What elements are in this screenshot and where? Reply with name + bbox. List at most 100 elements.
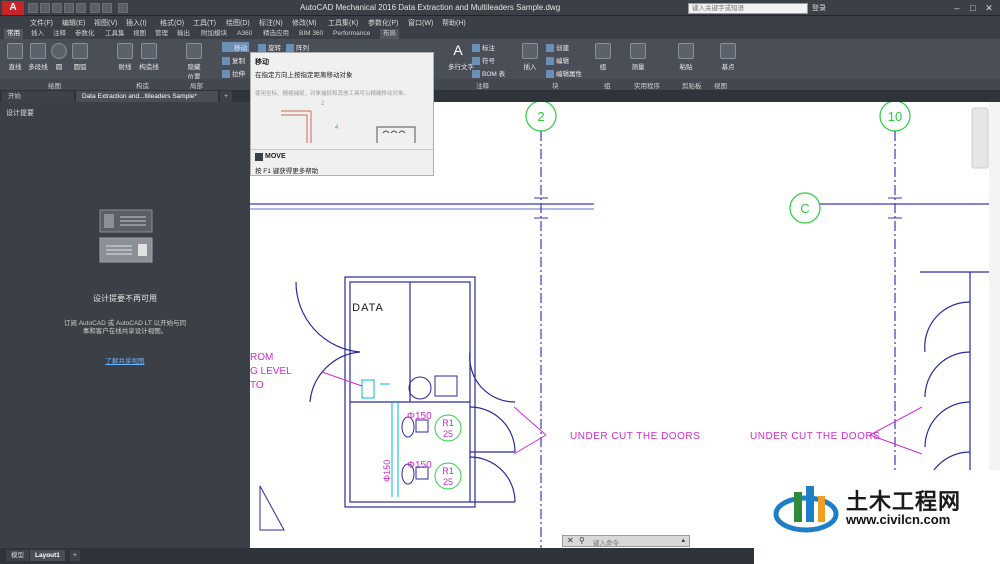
tab-addins[interactable]: 附加模块 (198, 29, 230, 39)
tab-insert[interactable]: 插入 (28, 29, 47, 39)
chevron-up-icon[interactable]: ▴ (681, 536, 685, 544)
tab-parametric[interactable]: 参数化 (72, 29, 98, 39)
tab-bim360[interactable]: BIM 360 (296, 29, 326, 39)
copy-button[interactable]: 复制 (222, 55, 245, 66)
layout1-tab[interactable]: Layout1 (30, 550, 65, 561)
search-input[interactable]: 键入关键字或短语 (688, 3, 808, 14)
app-logo-button[interactable]: A (2, 1, 24, 15)
menu-help[interactable]: 帮助(H) (442, 18, 466, 28)
edit-attributes-button[interactable]: 编辑属性 (546, 68, 582, 79)
menu-modify[interactable]: 修改(M) (292, 18, 317, 28)
tab-a360[interactable]: A360 (234, 29, 255, 39)
create-block-button[interactable]: 创建 (546, 42, 569, 53)
tooltip-divider (251, 149, 433, 150)
menu-file[interactable]: 文件(F) (30, 18, 53, 28)
doc-tab-start[interactable]: 开始 (2, 91, 74, 102)
menu-dimension[interactable]: 标注(N) (259, 18, 283, 28)
menu-insert[interactable]: 插入(I) (126, 18, 147, 28)
array-button[interactable]: 阵列 (286, 42, 309, 53)
minimize-icon[interactable]: – (950, 2, 964, 14)
learn-shared-views-link[interactable]: 了解共享视图 (0, 355, 250, 365)
tab-toolsets[interactable]: 工具集 (102, 29, 128, 39)
menu-view[interactable]: 视图(V) (94, 18, 117, 28)
save-as-icon[interactable] (64, 3, 74, 13)
tooltip-title: 移动 (255, 59, 269, 66)
measure-icon (630, 43, 646, 59)
new-file-icon[interactable] (28, 3, 38, 13)
menu-tools[interactable]: 工具(T) (193, 18, 216, 28)
panel-label-construct[interactable]: 构造 (136, 80, 149, 90)
save-icon[interactable] (52, 3, 62, 13)
add-layout-icon[interactable]: + (70, 550, 80, 561)
group-tool[interactable]: 组 (594, 43, 612, 71)
hide-tool[interactable]: 隐藏 位置 (184, 43, 204, 81)
polyline-tool[interactable]: 多段线 (26, 43, 50, 71)
dim-phi150-2: Φ150 (407, 460, 432, 471)
menu-draw[interactable]: 绘图(D) (226, 18, 250, 28)
maximize-icon[interactable]: □ (966, 2, 980, 14)
login-button[interactable]: 登录 (812, 3, 826, 13)
xline-tool[interactable]: 构造线 (138, 43, 160, 71)
panel-label-draw[interactable]: 绘图 (48, 80, 61, 90)
tab-layout[interactable]: 布局 (380, 29, 399, 39)
measure-tool[interactable]: 测量 (628, 43, 648, 71)
plot-icon[interactable] (76, 3, 86, 13)
fixture-circle (408, 376, 432, 400)
menu-toolsets[interactable]: 工具集(K) (328, 18, 358, 28)
panel-label-annotation[interactable]: 注释 (476, 80, 489, 90)
menu-window[interactable]: 窗口(W) (408, 18, 433, 28)
base-point-tool[interactable]: 基点 (718, 43, 738, 71)
line-tool[interactable]: 直线 (4, 43, 26, 71)
tag-r1: R1 (442, 418, 454, 428)
menu-parametric[interactable]: 参数化(P) (368, 18, 398, 28)
paste-tool[interactable]: 粘贴 (676, 43, 696, 71)
tab-performance[interactable]: Performance (330, 29, 373, 39)
insert-block-tool[interactable]: 插入 (520, 43, 540, 71)
new-tab-icon[interactable]: + (220, 91, 232, 102)
close-icon[interactable]: ✕ (982, 2, 996, 14)
unavailable-message: 设计提要不再可用 (93, 294, 157, 303)
grid-label-10: 10 (888, 109, 902, 124)
cyan-pipes (361, 379, 399, 497)
edit-block-button[interactable]: 编辑 (546, 55, 569, 66)
panel-label-utilities[interactable]: 实用程序 (634, 80, 660, 90)
tab-featured-apps[interactable]: 精选应用 (260, 29, 292, 39)
panel-label-block[interactable]: 块 (552, 80, 559, 90)
tab-view[interactable]: 视图 (130, 29, 149, 39)
command-input[interactable]: 键入命令 (593, 537, 619, 547)
bom-button[interactable]: BOM 表 (472, 68, 505, 79)
tab-home[interactable]: 常用 (4, 29, 23, 39)
navigation-bar[interactable] (971, 107, 989, 169)
dimension-button[interactable]: 标注 (472, 42, 495, 53)
tab-manage[interactable]: 管理 (152, 29, 171, 39)
model-tab[interactable]: 模型 (6, 550, 29, 561)
redo-icon[interactable] (102, 3, 112, 13)
undo-icon[interactable] (90, 3, 100, 13)
close-command-icon[interactable]: ✕ (567, 536, 574, 545)
arc-tool[interactable]: 圆弧 (70, 43, 90, 71)
panel-label-view[interactable]: 视图 (714, 80, 727, 90)
grid-label-c: C (800, 201, 809, 216)
move-button[interactable]: 移动 (222, 42, 249, 53)
doc-tab-drawing[interactable]: Data Extraction and...ltileaders Sample* (76, 91, 218, 102)
menu-edit[interactable]: 编辑(E) (62, 18, 85, 28)
ray-tool[interactable]: 射线 (114, 43, 136, 71)
stretch-button[interactable]: 拉伸 (222, 68, 245, 79)
panel-label-detail[interactable]: 局部 (190, 80, 203, 90)
circle-icon (51, 43, 67, 59)
circle-tool[interactable]: 圆 (50, 43, 68, 71)
workspace-icon[interactable] (118, 3, 128, 13)
symbol-button[interactable]: 符号 (472, 55, 495, 66)
tab-annotate[interactable]: 注释 (50, 29, 69, 39)
open-file-icon[interactable] (40, 3, 50, 13)
ribbon-panel-labels: 绘图 构造 局部 注释 块 组 实用程序 剪贴板 视图 (0, 79, 1000, 90)
rotate-button[interactable]: 旋转 (258, 42, 281, 53)
customize-icon[interactable]: ⚲ (579, 536, 585, 545)
tooltip-figure-label: 2 (321, 101, 325, 107)
panel-label-group[interactable]: 组 (604, 80, 611, 90)
panel-label-clipboard[interactable]: 剪贴板 (682, 80, 702, 90)
mtext-tool[interactable]: A 多行文字 (448, 43, 474, 71)
tab-output[interactable]: 输出 (174, 29, 193, 39)
annotation-left-2: G LEVEL (250, 366, 292, 377)
menu-format[interactable]: 格式(O) (160, 18, 184, 28)
